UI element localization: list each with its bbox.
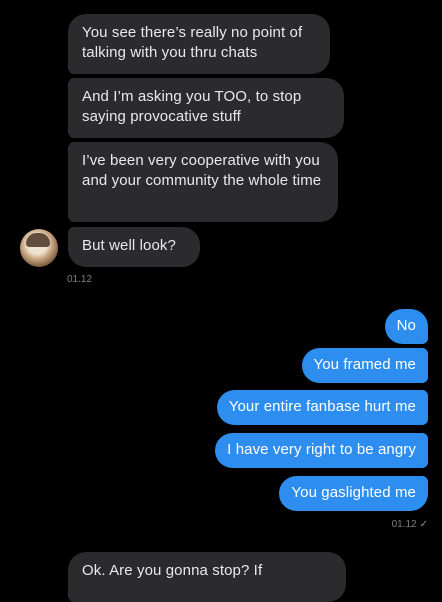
outgoing-message[interactable]: No bbox=[384, 309, 428, 344]
incoming-message[interactable]: I’ve been very cooperative with you and … bbox=[68, 142, 338, 222]
outgoing-message[interactable]: You gaslighted me bbox=[279, 476, 428, 511]
incoming-message[interactable]: But well look? bbox=[68, 227, 200, 267]
outgoing-time-text: 01.12 bbox=[391, 519, 417, 530]
chat-thread: You see there’s really no point of talki… bbox=[0, 0, 442, 602]
incoming-timestamp: 01.12 bbox=[67, 274, 93, 285]
outgoing-message[interactable]: Your entire fanbase hurt me bbox=[216, 390, 428, 425]
outgoing-message[interactable]: You framed me bbox=[301, 348, 428, 383]
avatar-hair-shape bbox=[26, 233, 50, 247]
outgoing-message[interactable]: I have very right to be angry bbox=[215, 433, 428, 468]
incoming-message[interactable]: You see there’s really no point of talki… bbox=[68, 14, 330, 74]
outgoing-timestamp: 01.12 ✓ bbox=[392, 519, 428, 530]
incoming-message[interactable]: Ok. Are you gonna stop? If bbox=[68, 552, 346, 602]
incoming-message[interactable]: And I’m asking you TOO, to stop saying p… bbox=[68, 78, 344, 138]
checkmark-icon: ✓ bbox=[419, 519, 428, 530]
contact-avatar[interactable] bbox=[20, 229, 58, 267]
